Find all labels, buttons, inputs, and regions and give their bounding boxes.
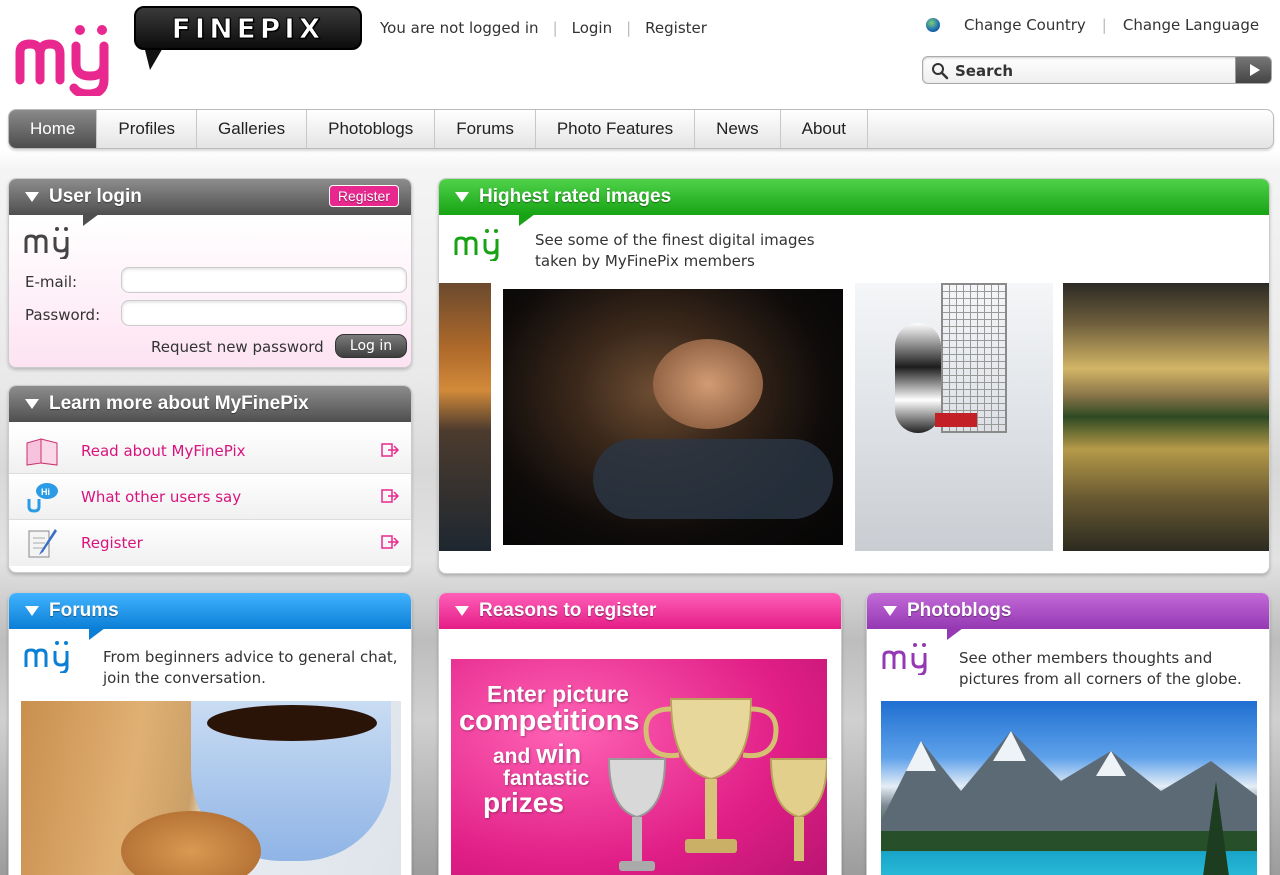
photoblogs-mountain-lake-photo[interactable] <box>881 701 1257 875</box>
notepad-icon <box>28 529 57 558</box>
forums-coffee-photo[interactable] <box>21 701 401 875</box>
learn-more-title: Learn more about MyFinePix <box>49 393 309 414</box>
chat-icon: Hi <box>27 483 58 513</box>
collapse-triangle-icon <box>883 606 897 616</box>
nav-tab-news[interactable]: News <box>695 110 781 148</box>
learn-item-label: Register <box>81 534 143 552</box>
photoblogs-text-2: pictures from all corners of the globe. <box>959 670 1242 688</box>
promo-win: win <box>536 739 582 769</box>
register-link[interactable]: Register <box>645 19 707 37</box>
exit-arrow-icon <box>381 489 399 503</box>
login-register-button[interactable]: Register <box>328 185 399 207</box>
carousel-photo-woodpecker[interactable] <box>855 283 1053 551</box>
nav-tab-forums[interactable]: Forums <box>435 110 536 148</box>
collapse-triangle-icon <box>455 606 469 616</box>
carousel-photo-sunset[interactable] <box>439 283 491 551</box>
exit-arrow-icon <box>381 535 399 549</box>
email-field[interactable] <box>121 267 407 293</box>
request-password-link[interactable]: Request new password <box>151 338 324 356</box>
nav-tab-galleries[interactable]: Galleries <box>197 110 308 148</box>
search-submit-button[interactable] <box>1235 57 1271 83</box>
user-login-header[interactable]: User login Register <box>9 179 411 215</box>
login-status-text: You are not logged in <box>380 19 539 37</box>
locale-links: Change Country | Change Language <box>926 16 1259 34</box>
learn-item-read-about[interactable]: Read about MyFinePix <box>9 428 411 474</box>
competition-promo-banner[interactable]: Enter picture competitions and win fanta… <box>451 659 827 875</box>
reasons-title: Reasons to register <box>479 600 657 621</box>
learn-item-users-say[interactable]: Hi What other users say <box>9 474 411 520</box>
forums-title: Forums <box>49 600 119 621</box>
reasons-to-register-panel: Reasons to register Enter picture compet… <box>438 592 842 875</box>
my-logo-icon <box>24 641 69 673</box>
carousel-photo-sleeping-child[interactable] <box>503 289 843 545</box>
highest-rated-text-2: taken by MyFinePix members <box>535 252 755 270</box>
highest-rated-panel: Highest rated images See some of the fin… <box>438 178 1270 574</box>
photoblogs-panel: Photoblogs See other members thoughts an… <box>866 592 1270 875</box>
search-label: Search <box>955 62 1014 80</box>
login-status-bar: You are not logged in | Login | Register <box>380 19 707 37</box>
learn-item-label: What other users say <box>81 488 242 506</box>
nav-tab-home[interactable]: Home <box>9 110 98 148</box>
finepix-wordmark: FINEPIX <box>171 12 325 46</box>
nav-tab-about[interactable]: About <box>781 110 869 148</box>
photoblogs-text-1: See other members thoughts and <box>959 649 1213 667</box>
promo-and: and <box>493 745 531 768</box>
myfinepix-logo[interactable] <box>14 22 138 96</box>
collapse-triangle-icon <box>25 192 39 202</box>
change-language-link[interactable]: Change Language <box>1123 16 1259 34</box>
search-icon <box>932 63 949 80</box>
carousel-photo-lake[interactable] <box>1063 283 1269 551</box>
photoblogs-title: Photoblogs <box>907 600 1012 621</box>
forums-text-2: join the conversation. <box>103 669 266 687</box>
change-country-link[interactable]: Change Country <box>964 16 1086 34</box>
finepix-speech-bubble: FINEPIX <box>134 6 362 70</box>
my-logo-icon <box>454 229 499 261</box>
learn-more-header[interactable]: Learn more about MyFinePix <box>9 386 411 422</box>
forums-header[interactable]: Forums <box>9 593 411 629</box>
forums-panel: Forums From beginners advice to general … <box>8 592 412 875</box>
user-login-title: User login <box>49 186 142 207</box>
nav-tab-profiles[interactable]: Profiles <box>97 110 198 148</box>
login-link[interactable]: Login <box>572 19 612 37</box>
user-login-panel: User login Register E-mail: Password: Re… <box>8 178 412 368</box>
nav-tab-photo-features[interactable]: Photo Features <box>536 110 696 148</box>
photoblogs-header[interactable]: Photoblogs <box>867 593 1269 629</box>
log-in-button[interactable]: Log in <box>335 334 407 358</box>
exit-arrow-icon <box>381 443 399 457</box>
svg-text:Hi: Hi <box>41 487 50 497</box>
learn-item-register[interactable]: Register <box>9 520 411 566</box>
highest-rated-text-1: See some of the finest digital images <box>535 231 815 249</box>
my-logo-icon <box>24 227 69 259</box>
trophy-cups-icon <box>607 698 827 871</box>
learn-item-label: Read about MyFinePix <box>81 442 246 460</box>
forums-text-1: From beginners advice to general chat, <box>103 648 398 666</box>
search-input[interactable]: Search <box>922 56 1272 84</box>
globe-icon <box>926 18 940 32</box>
password-label: Password: <box>25 306 101 324</box>
book-icon <box>26 438 58 466</box>
collapse-triangle-icon <box>25 399 39 409</box>
my-logo-icon <box>882 643 927 675</box>
password-field[interactable] <box>121 300 407 326</box>
main-nav: Home Profiles Galleries Photoblogs Forum… <box>8 109 1274 149</box>
collapse-triangle-icon <box>25 606 39 616</box>
email-label: E-mail: <box>25 273 78 291</box>
learn-more-panel: Learn more about MyFinePix Read about My… <box>8 385 412 573</box>
highest-rated-title: Highest rated images <box>479 186 672 207</box>
reasons-header[interactable]: Reasons to register <box>439 593 841 629</box>
mountain-shapes <box>881 731 1257 875</box>
nav-tab-photoblogs[interactable]: Photoblogs <box>307 110 436 148</box>
promo-line-5: prizes <box>483 787 564 818</box>
highest-rated-header[interactable]: Highest rated images <box>439 179 1269 215</box>
collapse-triangle-icon <box>455 192 469 202</box>
play-arrow-icon <box>1250 64 1260 76</box>
